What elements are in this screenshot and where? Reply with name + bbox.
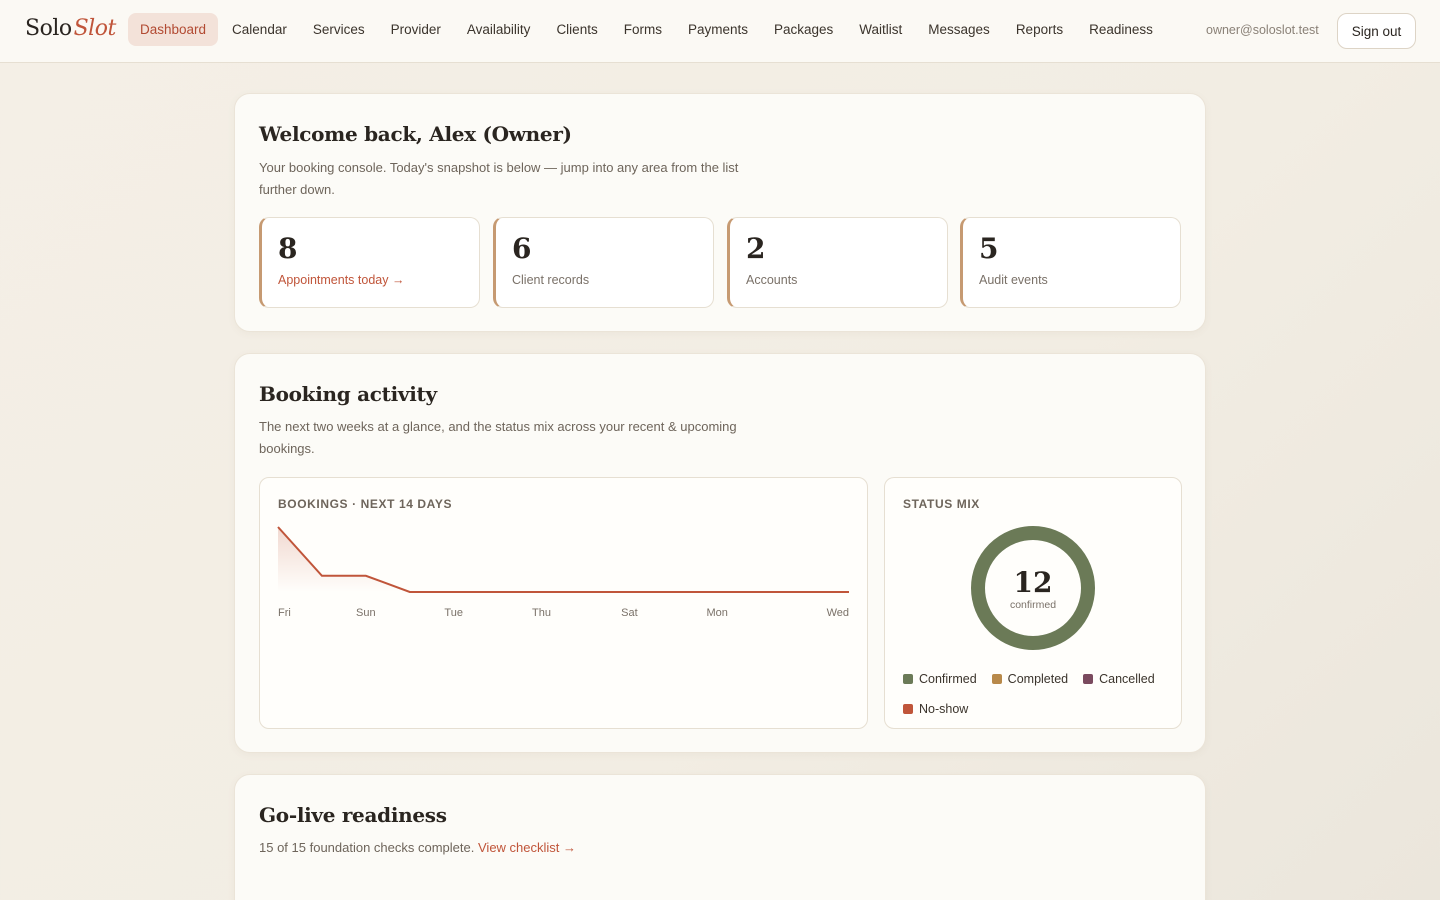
area-fill	[278, 527, 849, 592]
donut-center-label: confirmed	[1010, 599, 1056, 611]
status-mix-panel: STATUS MIX 12 confirmed Confirmed Complete…	[884, 477, 1182, 729]
welcome-description: Your booking console. Today's snapshot i…	[259, 160, 739, 197]
bookings-chart-title: BOOKINGS · NEXT 14 DAYS	[278, 497, 453, 511]
legend-swatch	[903, 704, 913, 714]
x-tick-label: Mon	[707, 607, 728, 619]
stat-label: Audit events	[979, 273, 1048, 287]
stat-appointments-today[interactable]: 8 Appointments today →	[259, 217, 480, 308]
stat-label: Client records	[512, 273, 590, 287]
brand-name-part2: Slot	[73, 16, 117, 41]
legend-item-noshow: No-show	[903, 694, 968, 724]
nav-item-messages[interactable]: Messages	[916, 13, 1002, 46]
legend-item-cancelled: Cancelled	[1083, 664, 1155, 694]
readiness-title: Go-live readiness	[259, 803, 447, 827]
legend-label: Cancelled	[1099, 672, 1155, 686]
x-tick-label: Tue	[444, 607, 463, 619]
status-donut-chart: 12confirmed	[971, 526, 1095, 650]
stat-value: 8	[278, 232, 298, 265]
x-tick-label: Wed	[827, 607, 849, 619]
booking-activity-card: Booking activity The next two weeks at a…	[234, 353, 1206, 753]
bookings-chart-panel: BOOKINGS · NEXT 14 DAYS Fri Sun Tue Thu Sat M…	[259, 477, 868, 729]
status-mix-title: STATUS MIX	[903, 497, 980, 511]
nav-item-calendar[interactable]: Calendar	[220, 13, 299, 46]
nav-item-clients[interactable]: Clients	[544, 13, 609, 46]
stat-value: 5	[979, 232, 999, 265]
nav-item-availability[interactable]: Availability	[455, 13, 543, 46]
x-tick-label: Fri	[278, 607, 291, 619]
x-tick-label: Sat	[621, 607, 638, 619]
activity-title: Booking activity	[259, 382, 437, 406]
donut-center-value: 12	[1014, 566, 1053, 599]
nav-item-provider[interactable]: Provider	[379, 13, 453, 46]
nav-item-dashboard[interactable]: Dashboard	[128, 13, 219, 46]
nav-item-packages[interactable]: Packages	[762, 13, 845, 46]
status-legend: Confirmed Completed Cancelled No-show	[903, 664, 1173, 724]
readiness-status: 15 of 15 foundation checks complete. Vie…	[259, 840, 576, 855]
user-email: owner@soloslot.test	[1206, 23, 1319, 37]
sign-out-button[interactable]: Sign out	[1337, 13, 1416, 49]
stat-client-records: 6 Client records	[493, 217, 714, 308]
welcome-card: Welcome back, Alex (Owner) Your booking …	[234, 93, 1206, 332]
stat-label-link[interactable]: Appointments today →	[278, 273, 404, 287]
legend-label: Completed	[1007, 672, 1069, 686]
x-tick-label: Thu	[532, 607, 551, 619]
stat-value: 2	[746, 232, 766, 265]
stat-value: 6	[512, 232, 532, 265]
x-tick-label: Sun	[356, 607, 376, 619]
stat-accounts: 2 Accounts	[727, 217, 948, 308]
brand-logo[interactable]: Solo Slot	[25, 16, 116, 41]
welcome-title: Welcome back, Alex (Owner)	[259, 122, 572, 146]
readiness-card: Go-live readiness 15 of 15 foundation ch…	[234, 774, 1206, 900]
view-checklist-link[interactable]: View checklist →	[478, 840, 576, 855]
top-navigation-bar: Solo Slot Dashboard Calendar Services Provid…	[0, 0, 1440, 63]
nav-item-payments[interactable]: Payments	[676, 13, 760, 46]
legend-swatch	[991, 674, 1002, 684]
stat-label: Accounts	[746, 273, 798, 287]
nav-item-readiness[interactable]: Readiness	[1077, 13, 1165, 46]
legend-item-completed: Completed	[991, 664, 1069, 694]
nav-item-forms[interactable]: Forms	[612, 13, 674, 46]
activity-description: The next two weeks at a glance, and the …	[259, 419, 737, 456]
legend-swatch	[1083, 674, 1094, 684]
brand-name-part1: Solo	[25, 16, 72, 41]
legend-item-confirmed: Confirmed	[903, 664, 977, 694]
nav-item-services[interactable]: Services	[301, 13, 377, 46]
stat-audit-events: 5 Audit events	[960, 217, 1181, 308]
nav-item-waitlist[interactable]: Waitlist	[847, 13, 914, 46]
readiness-text: 15 of 15 foundation checks complete.	[259, 840, 475, 855]
legend-label: Confirmed	[919, 672, 977, 686]
nav-item-reports[interactable]: Reports	[1004, 13, 1075, 46]
main-nav: Dashboard Calendar Services Provider Availab…	[128, 13, 1167, 46]
bookings-line-chart: Fri Sun Tue Thu Sat Mon Wed	[277, 526, 849, 619]
legend-swatch	[903, 674, 913, 684]
legend-label: No-show	[919, 702, 969, 716]
